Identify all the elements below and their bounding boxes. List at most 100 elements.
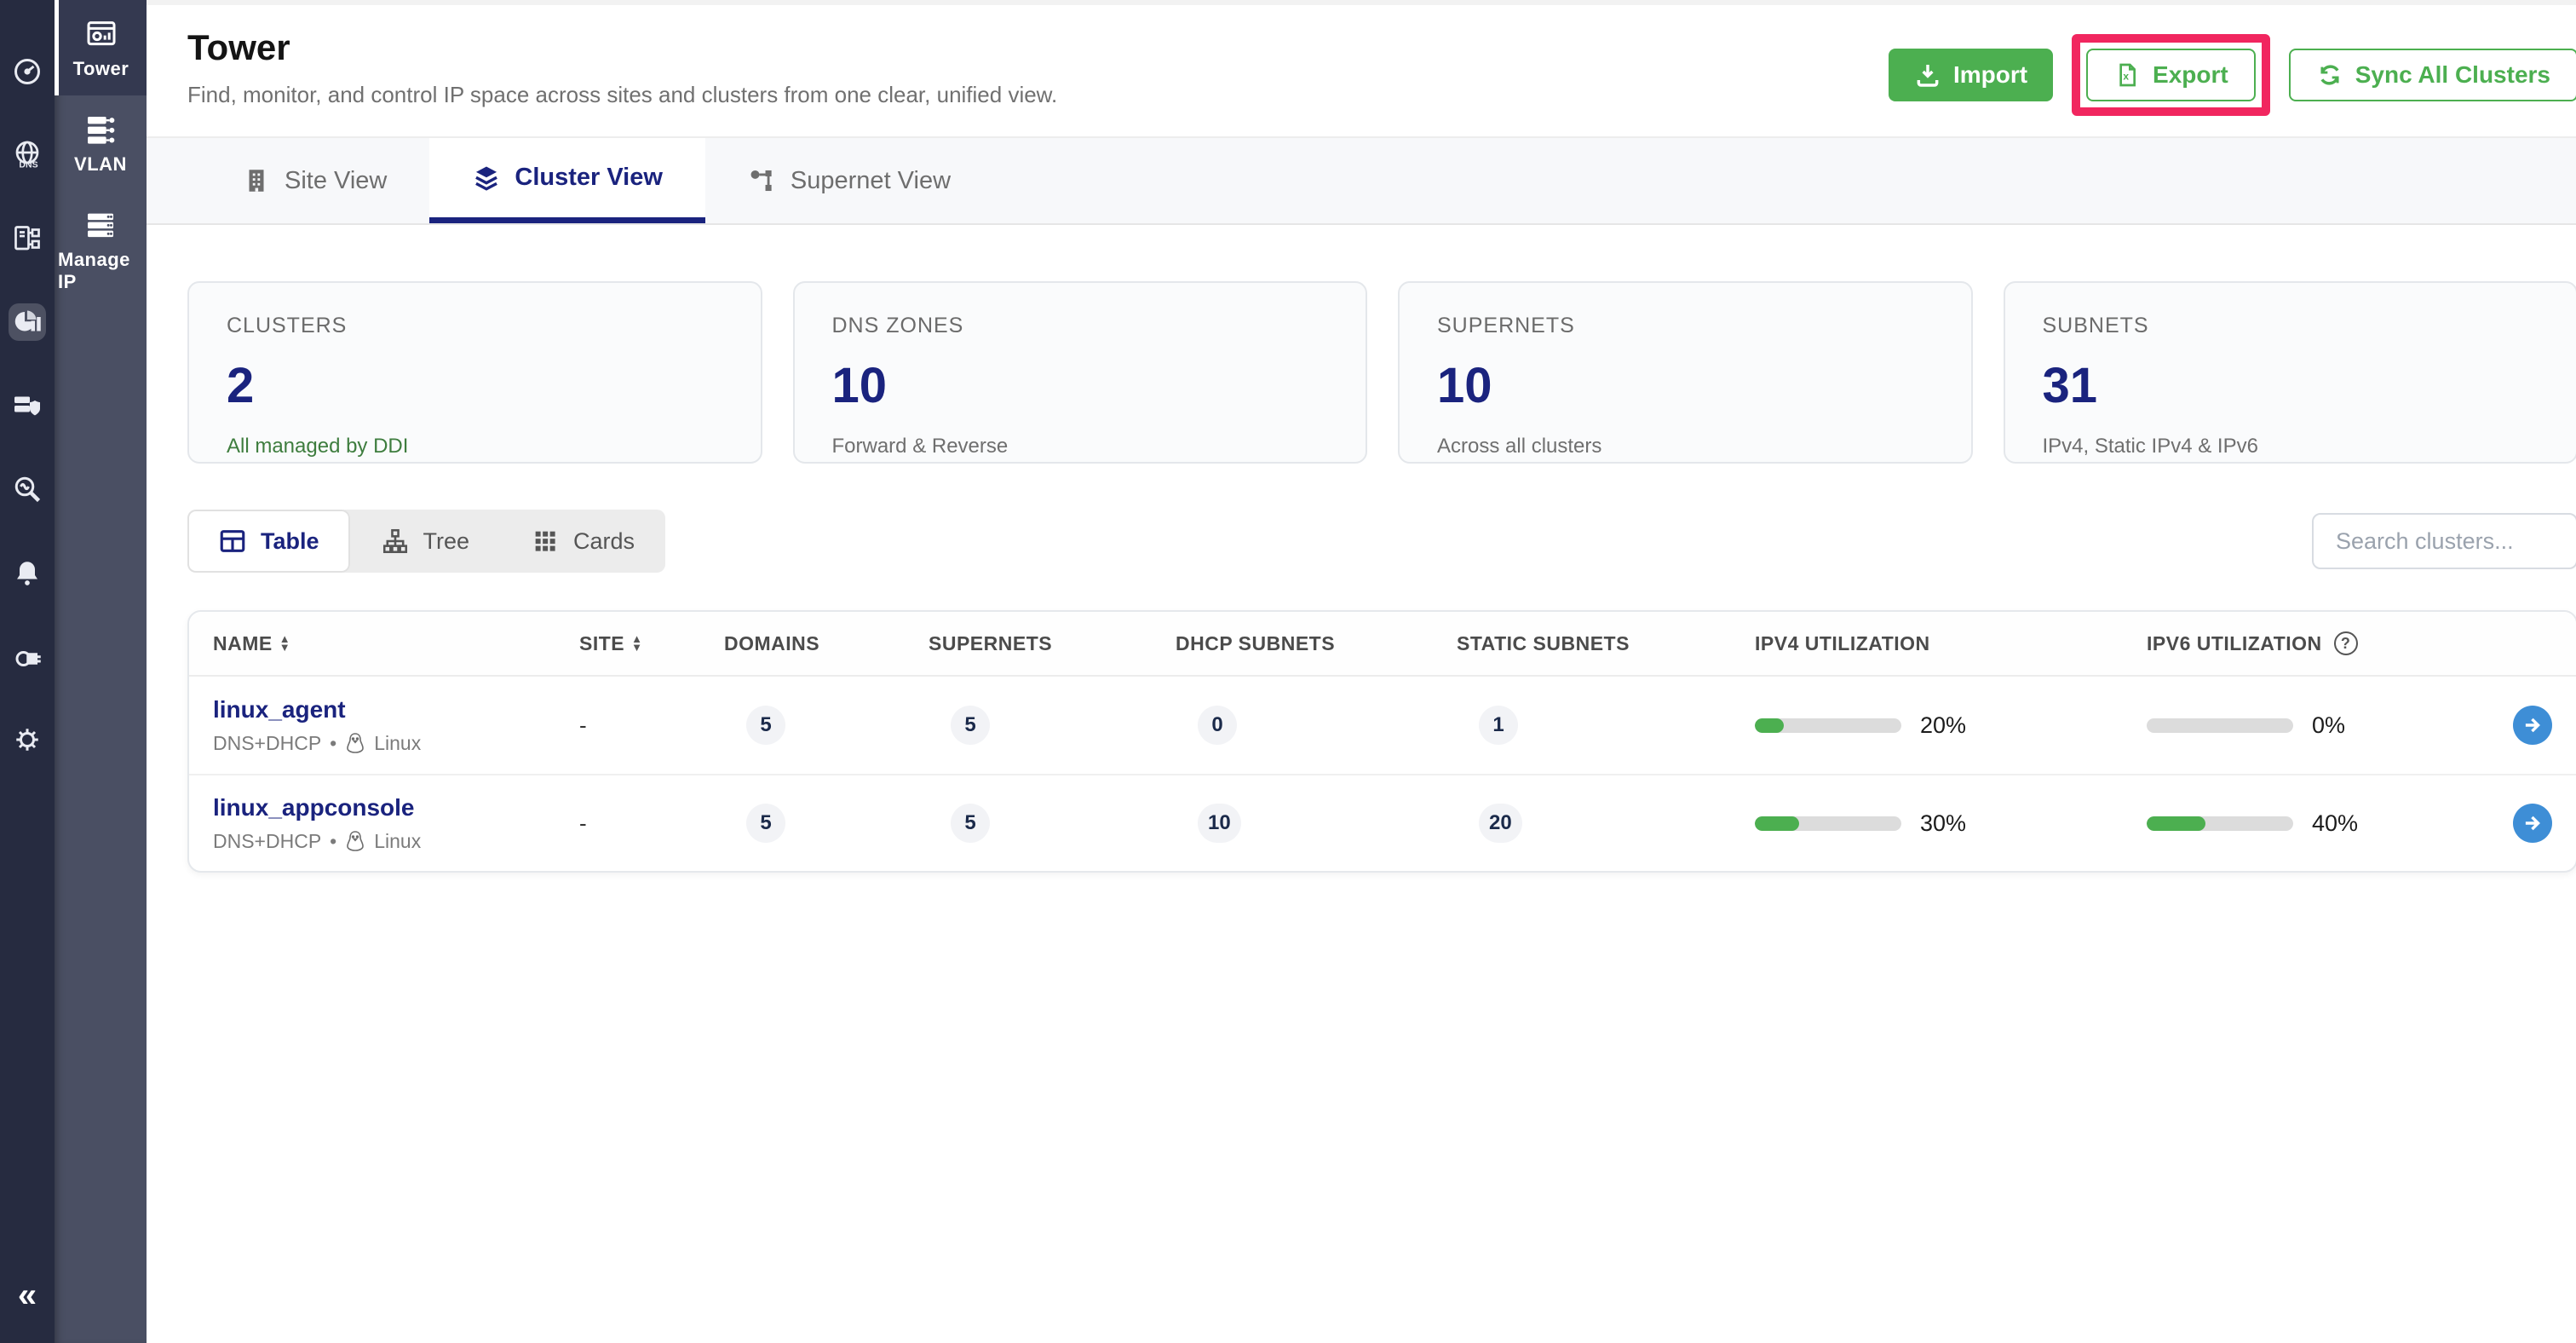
static-subnets-badge: 1 (1479, 706, 1518, 745)
cluster-os: Linux (374, 732, 421, 755)
tab-supernet-view[interactable]: Supernet View (705, 138, 993, 223)
dhcp-subnets-cell: 10 (1176, 804, 1457, 843)
ipv6-percent-label: 0% (2312, 712, 2345, 739)
search-analytics-icon[interactable] (9, 470, 46, 508)
cluster-name-link[interactable]: linux_agent (213, 696, 346, 723)
sidebar-item-label: Tower (73, 58, 129, 80)
domains-badge: 5 (746, 706, 785, 745)
cluster-name-link[interactable]: linux_appconsole (213, 794, 415, 821)
sidebar-item-label: VLAN (74, 153, 127, 176)
help-icon[interactable]: ? (2334, 631, 2358, 655)
open-cluster-button[interactable] (2513, 706, 2552, 745)
gear-wrench-icon[interactable] (9, 721, 46, 758)
stat-value: 2 (227, 357, 723, 414)
import-button[interactable]: Import (1889, 49, 2053, 101)
column-header-site[interactable]: SITE ▲ ▼ (579, 632, 724, 655)
stat-value: 10 (1437, 357, 1934, 414)
view-toggle-label: Tree (423, 528, 470, 555)
column-header-supernets: SUPERNETS (929, 632, 1176, 655)
stat-subtext: Across all clusters (1437, 435, 1934, 458)
document-tree-icon[interactable] (9, 220, 46, 257)
ipv6-percent-label: 40% (2312, 810, 2358, 837)
view-toggle-label: Table (261, 528, 319, 555)
table-row: linux_appconsole DNS+DHCP • Linux - (189, 774, 2576, 871)
layers-icon (472, 164, 501, 193)
cluster-meta: DNS+DHCP • Linux (213, 732, 579, 755)
site-cell: - (579, 712, 724, 739)
pie-chart-stats-icon[interactable] (9, 303, 46, 341)
sort-icon[interactable]: ▲ ▼ (631, 635, 642, 652)
export-button[interactable]: x Export (2086, 49, 2256, 101)
table-header-row: NAME ▲ ▼ SITE ▲ ▼ DOMAINS SUPERNETS DHCP… (189, 612, 2576, 677)
column-header-name[interactable]: NAME ▲ ▼ (213, 632, 579, 655)
tab-label: Site View (285, 167, 387, 195)
stat-label: DNS ZONES (832, 314, 1329, 338)
stat-card-dns-zones: DNS ZONES 10 Forward & Reverse (793, 281, 1368, 464)
stat-value: 10 (832, 357, 1329, 414)
tab-site-view[interactable]: Site View (199, 138, 429, 223)
supernets-cell: 5 (929, 804, 1176, 843)
view-tabs: Site View Cluster View Supernet View (147, 136, 2576, 225)
tab-cluster-view[interactable]: Cluster View (429, 138, 705, 223)
view-toggle-table[interactable]: Table (187, 510, 350, 573)
supernets-cell: 5 (929, 706, 1176, 745)
domains-cell: 5 (724, 706, 929, 745)
sync-all-clusters-button[interactable]: Sync All Clusters (2289, 49, 2576, 101)
content-area: CLUSTERS 2 All managed by DDI DNS ZONES … (147, 225, 2576, 873)
stat-value: 31 (2043, 357, 2539, 414)
open-cluster-button[interactable] (2513, 804, 2552, 843)
view-toggle-cards[interactable]: Cards (500, 510, 665, 573)
sidebar-item-label: Manage IP (58, 249, 143, 293)
stat-card-subnets: SUBNETS 31 IPv4, Static IPv4 & IPv6 (2004, 281, 2576, 464)
stat-label: SUPERNETS (1437, 314, 1934, 338)
view-mode-toggle: Table Tree Cards (187, 510, 665, 573)
sort-down-icon: ▼ (631, 643, 642, 652)
building-icon (242, 166, 271, 195)
sidebar-item-tower[interactable]: Tower (55, 0, 147, 95)
ipv6-progress-track (2147, 816, 2293, 831)
stat-label: SUBNETS (2043, 314, 2539, 338)
page-subtitle: Find, monitor, and control IP space acro… (187, 82, 1057, 108)
sidebar-item-vlan[interactable]: VLAN (55, 95, 147, 191)
cluster-os: Linux (374, 830, 421, 853)
tower-dashboard-icon (82, 17, 121, 51)
collapse-sidebar-button[interactable]: « (18, 1278, 37, 1312)
stat-subtext: Forward & Reverse (832, 435, 1329, 458)
column-header-domains: DOMAINS (724, 632, 929, 655)
dhcp-subnets-badge: 10 (1198, 804, 1241, 843)
page-title: Tower (187, 27, 1057, 68)
supernets-badge: 5 (951, 804, 990, 843)
sidebar-item-manage-ip[interactable]: Manage IP (55, 191, 147, 308)
ipv4-progress-fill (1755, 816, 1799, 831)
ipv4-percent-label: 30% (1920, 810, 1966, 837)
column-label: NAME (213, 632, 273, 655)
column-label: IPV6 UTILIZATION (2147, 632, 2322, 655)
plug-icon[interactable] (9, 637, 46, 675)
export-button-label: Export (2153, 61, 2228, 89)
row-action-cell (2513, 804, 2552, 843)
search-clusters-input[interactable] (2312, 513, 2576, 569)
table-row: linux_agent DNS+DHCP • Linux - 5 (189, 677, 2576, 774)
tree-icon (381, 527, 410, 556)
table-icon (218, 527, 247, 556)
view-toggle-tree[interactable]: Tree (350, 510, 501, 573)
dns-globe-icon[interactable]: DNS (9, 136, 46, 174)
sync-button-label: Sync All Clusters (2355, 61, 2550, 89)
ipv4-progress-track (1755, 718, 1901, 733)
stat-card-supernets: SUPERNETS 10 Across all clusters (1398, 281, 1973, 464)
stat-card-clusters: CLUSTERS 2 All managed by DDI (187, 281, 762, 464)
sort-icon[interactable]: ▲ ▼ (279, 635, 290, 652)
column-header-ipv6-utilization: IPV6 UTILIZATION ? (2147, 631, 2513, 655)
view-toggle-label: Cards (573, 528, 635, 555)
ipv4-progress-track (1755, 816, 1901, 831)
manage-ip-servers-icon (81, 208, 120, 242)
server-shield-icon[interactable] (9, 387, 46, 424)
ipv6-utilization-cell: 0% (2147, 712, 2513, 739)
download-icon (1914, 61, 1941, 89)
static-subnets-cell: 20 (1457, 804, 1755, 843)
bell-icon[interactable] (9, 554, 46, 591)
cluster-services: DNS+DHCP (213, 732, 321, 755)
import-button-label: Import (1953, 61, 2027, 89)
ipv4-utilization-cell: 30% (1755, 810, 2147, 837)
dashboard-gauge-icon[interactable] (9, 53, 46, 90)
